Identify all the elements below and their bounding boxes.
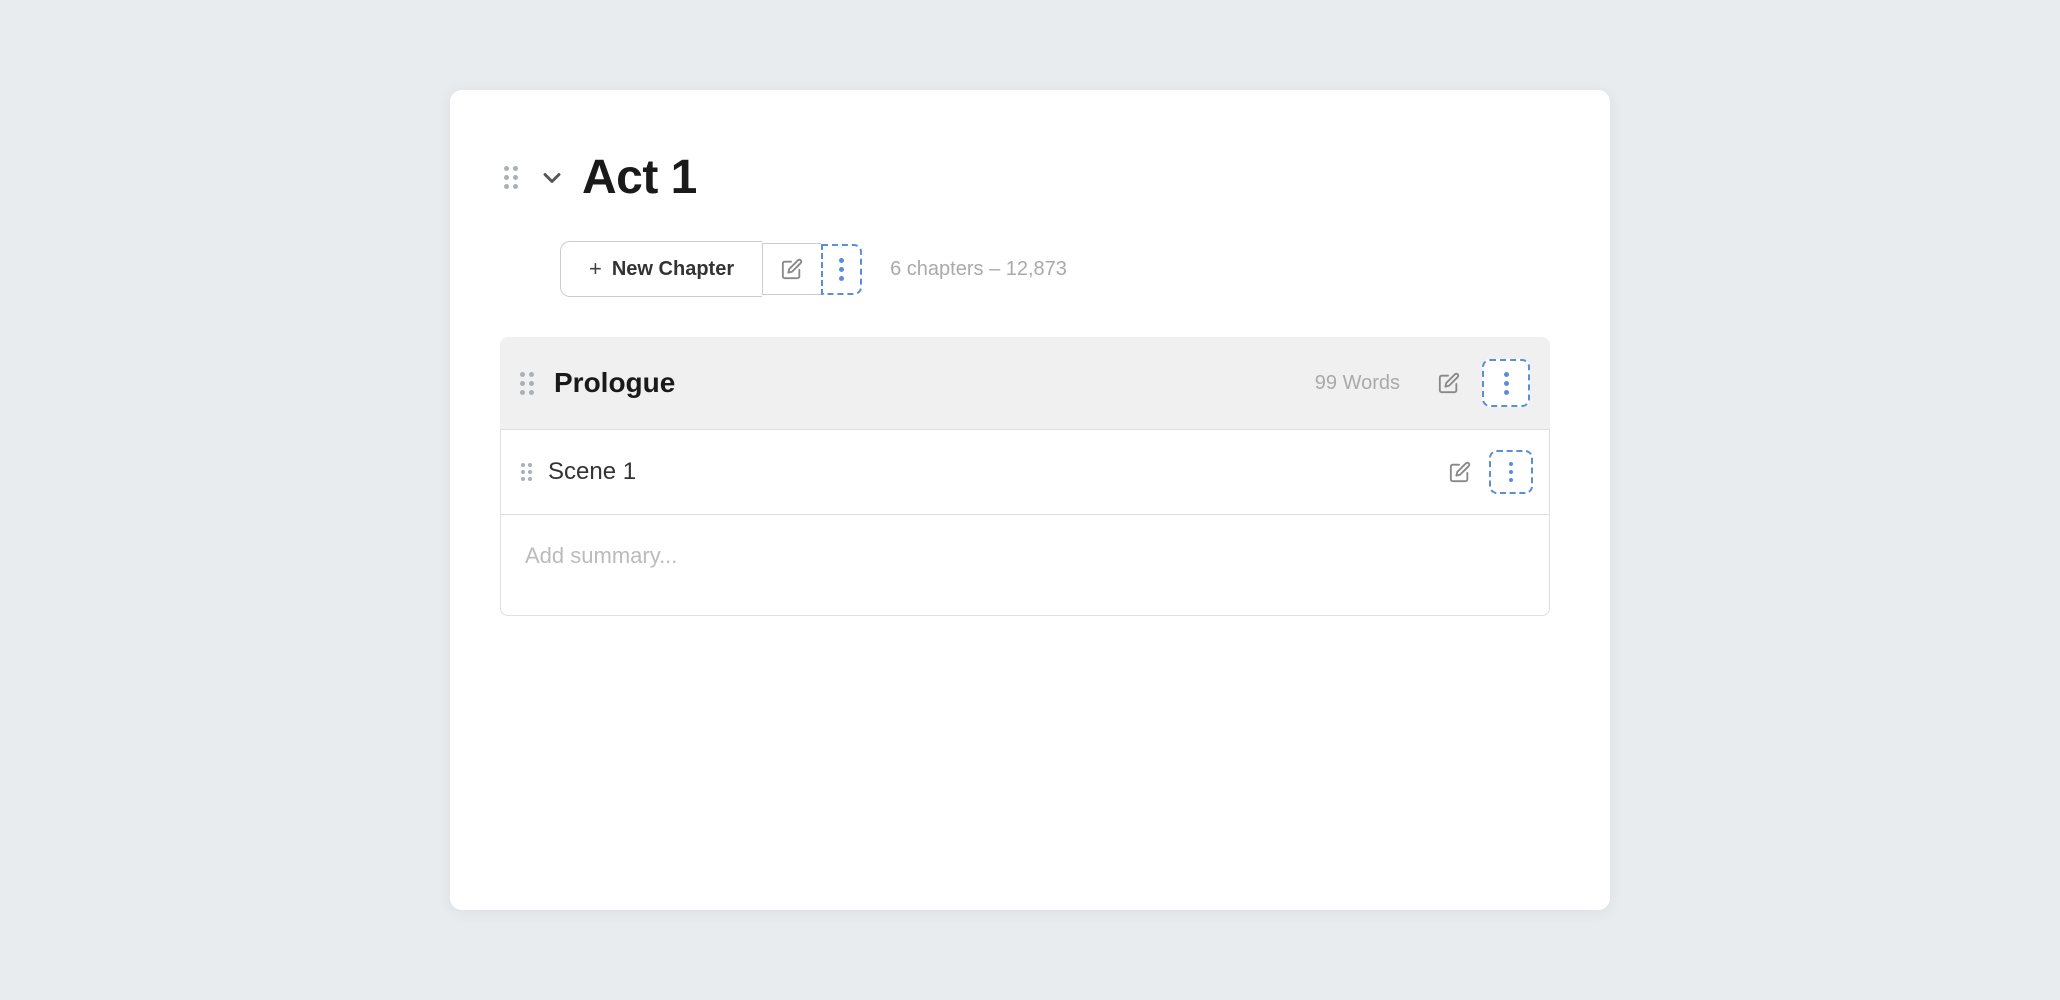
scene-header: Scene 1 (501, 430, 1549, 515)
three-dots-vertical-icon (839, 258, 844, 281)
prologue-section: Prologue 99 Words (500, 337, 1550, 616)
scene-title: Scene 1 (548, 458, 1431, 486)
action-row: + New Chapter 6 chapters – 12,873 (560, 241, 1550, 297)
new-chapter-label: New Chapter (612, 258, 734, 281)
prologue-header: Prologue 99 Words (500, 337, 1550, 429)
summary-placeholder: Add summary... (525, 543, 677, 568)
plus-icon: + (589, 256, 602, 282)
pencil-icon (781, 258, 803, 280)
more-prologue-button[interactable] (1482, 359, 1530, 407)
scene-drag-handle[interactable] (517, 459, 536, 485)
new-chapter-button[interactable]: + New Chapter (560, 241, 762, 297)
pencil-icon (1438, 372, 1460, 394)
three-dots-vertical-icon (1509, 462, 1513, 482)
edit-scene-button[interactable] (1443, 455, 1477, 489)
main-card: Act 1 + New Chapter 6 chapters – 12,873 (450, 90, 1610, 910)
word-count-badge: 99 Words (1315, 372, 1400, 395)
pencil-icon (1449, 461, 1471, 483)
prologue-title: Prologue (554, 367, 1299, 399)
dash-separator: – (989, 258, 1006, 280)
act-header: Act 1 (500, 150, 1550, 205)
summary-area[interactable]: Add summary... (501, 515, 1549, 615)
prologue-drag-handle[interactable] (516, 368, 538, 399)
act-drag-handle[interactable] (500, 162, 522, 193)
word-count-text: 12,873 (1006, 258, 1067, 280)
chapter-count-text: 6 chapters (890, 258, 983, 280)
chapter-count: 6 chapters – 12,873 (890, 258, 1067, 281)
more-scene-button[interactable] (1489, 450, 1533, 494)
scene-container: Scene 1 Add summary... (500, 429, 1550, 616)
chevron-down-icon[interactable] (538, 164, 566, 192)
edit-prologue-button[interactable] (1432, 366, 1466, 400)
edit-act-button[interactable] (762, 243, 821, 295)
three-dots-vertical-icon (1504, 372, 1509, 395)
act-title: Act 1 (582, 150, 697, 205)
more-act-button[interactable] (821, 244, 862, 295)
